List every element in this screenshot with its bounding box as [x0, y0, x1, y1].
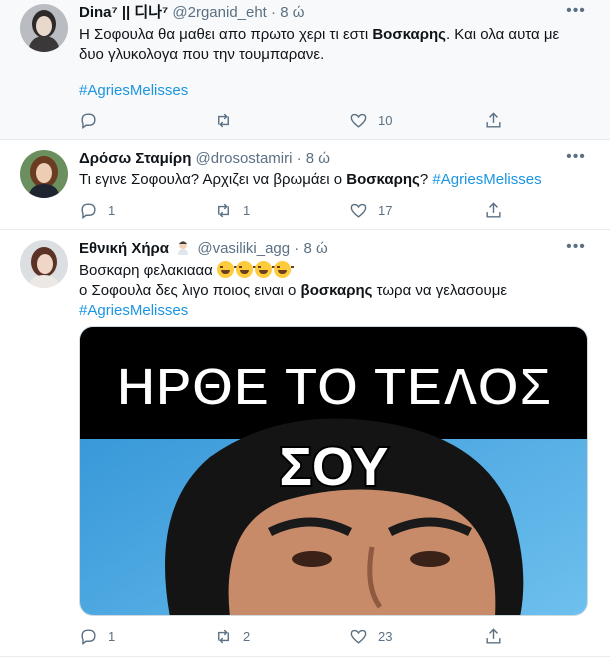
user-handle[interactable]: @2rganid_eht: [172, 4, 266, 21]
more-icon[interactable]: •••: [564, 239, 588, 260]
avatar[interactable]: [20, 240, 68, 288]
tweet[interactable]: Εθνική Χήρα @vasiliki_agg · 8 ώ ••• Βοσκ…: [0, 230, 610, 657]
tweet-actions: 10: [79, 109, 501, 131]
tweet[interactable]: Δρόσω Σταμίρη @drosostamiri · 8 ώ ••• Τι…: [0, 140, 610, 230]
reply-icon: [81, 112, 96, 129]
display-name[interactable]: Δρόσω Σταμίρη: [79, 150, 191, 167]
share-icon: [486, 201, 501, 218]
heart-icon: [350, 203, 367, 218]
tweet-text-bold: Βοσκαρης: [372, 26, 446, 43]
separator-dot: ·: [294, 240, 300, 257]
retweet-icon: [218, 629, 229, 643]
laughing-emoji-icon: [255, 261, 276, 278]
tweet-header: Εθνική Χήρα @vasiliki_agg · 8 ώ: [79, 239, 328, 259]
tweet-header: Dina⁷ || 디나⁷ @2rganid_eht · 8 ώ: [79, 3, 304, 23]
reply-button[interactable]: 1: [79, 199, 115, 221]
tweet-text-line: ο Σοφουλα δες λιγο ποιος ειναι ο βοσκαρη…: [79, 281, 588, 301]
retweet-icon: [218, 113, 229, 127]
tweet-actions: 1 1 17: [79, 199, 501, 221]
timestamp[interactable]: 8 ώ: [306, 150, 330, 167]
separator-dot: ·: [271, 4, 277, 21]
tweet-text-part: ο Σοφουλα δες λιγο ποιος ειναι ο: [79, 282, 301, 299]
hashtag-link[interactable]: #AgriesMelisses: [79, 302, 188, 319]
retweet-button[interactable]: 2: [214, 625, 250, 647]
heart-icon: [350, 113, 367, 128]
reply-button[interactable]: 1: [79, 625, 115, 647]
avatar[interactable]: [20, 4, 68, 52]
user-handle[interactable]: @vasiliki_agg: [197, 240, 290, 257]
share-button[interactable]: [484, 109, 503, 131]
tweet-text-line: Βοσκαρη φελακιααα: [79, 261, 588, 281]
retweet-count: 2: [243, 628, 251, 644]
like-button[interactable]: 23: [349, 625, 392, 647]
tweet[interactable]: Dina⁷ || 디나⁷ @2rganid_eht · 8 ώ ••• Η Σο…: [0, 0, 610, 140]
hashtag-link[interactable]: #AgriesMelisses: [432, 171, 541, 188]
timestamp[interactable]: 8 ώ: [280, 4, 304, 21]
reply-icon: [81, 202, 96, 219]
like-button[interactable]: 10: [349, 109, 392, 131]
heart-icon: [350, 629, 367, 644]
tweet-text-bold: Βοσκαρης: [346, 171, 420, 188]
meme-caption-line2: ΣΟΥ: [280, 437, 389, 497]
tweet-header: Δρόσω Σταμίρη @drosostamiri · 8 ώ: [79, 149, 330, 169]
share-button[interactable]: [484, 625, 503, 647]
hashtag-link[interactable]: #AgriesMelisses: [79, 82, 188, 99]
meme-picture: ΗΡΘΕ ΤΟ ΤΕΛΟΣ ΣΟΥ: [80, 327, 587, 615]
display-name[interactable]: Dina⁷ || 디나⁷: [79, 4, 168, 21]
tweet-text-line: #AgriesMelisses: [79, 301, 588, 321]
reply-count: 1: [108, 628, 116, 644]
share-icon: [486, 111, 501, 128]
retweet-button[interactable]: 1: [214, 199, 250, 221]
tweet-text: Βοσκαρη φελακιααα ο Σοφουλα δες λιγο ποι…: [79, 261, 588, 321]
avatar[interactable]: [20, 150, 68, 198]
meme-caption-line1: ΗΡΘΕ ΤΟ ΤΕΛΟΣ: [116, 357, 551, 417]
reply-icon: [81, 628, 96, 645]
retweet-count: 1: [243, 202, 251, 218]
like-count: 10: [378, 112, 393, 128]
user-handle[interactable]: @drosostamiri: [196, 150, 293, 167]
reply-button[interactable]: [79, 109, 108, 131]
tweet-text-part: ?: [419, 171, 433, 188]
tweet-actions: 1 2 23: [79, 625, 501, 647]
laughing-emoji-icon: [274, 261, 295, 278]
tweet-text-part: τωρα να γελασουμε: [372, 282, 508, 299]
more-icon[interactable]: •••: [564, 3, 588, 24]
meme-image[interactable]: ΗΡΘΕ ΤΟ ΤΕΛΟΣ ΣΟΥ: [79, 326, 588, 616]
more-icon[interactable]: •••: [564, 149, 588, 170]
reply-count: 1: [108, 202, 116, 218]
tweet-text-bold: βοσκαρης: [300, 282, 373, 299]
share-button[interactable]: [484, 199, 503, 221]
like-button[interactable]: 17: [349, 199, 392, 221]
tweet-hashtag-line: #AgriesMelisses: [79, 81, 588, 101]
tweet-text: Η Σοφουλα θα μαθει απο πρωτο χερι τι εστ…: [79, 25, 588, 65]
display-name[interactable]: Εθνική Χήρα: [79, 240, 169, 257]
like-count: 17: [378, 202, 393, 218]
tweet-text: Τι εγινε Σοφουλα? Αρχιζει να βρωμάει ο Β…: [79, 170, 588, 190]
separator-dot: ·: [296, 150, 302, 167]
tweet-text-part: Η Σοφουλα θα μαθει απο πρωτο χερι τι εστ…: [79, 26, 373, 43]
laughing-emoji-icon: [236, 261, 257, 278]
person-emoji-icon: [178, 241, 189, 255]
share-icon: [486, 627, 501, 644]
retweet-icon: [218, 203, 229, 217]
retweet-button[interactable]: [214, 109, 243, 131]
like-count: 23: [378, 628, 393, 644]
tweet-text-part: Τι εγινε Σοφουλα? Αρχιζει να βρωμάει ο: [79, 171, 347, 188]
tweet-text-part: Βοσκαρη φελακιααα: [79, 262, 213, 279]
timestamp[interactable]: 8 ώ: [303, 240, 327, 257]
laughing-emoji-icon: [217, 261, 238, 278]
